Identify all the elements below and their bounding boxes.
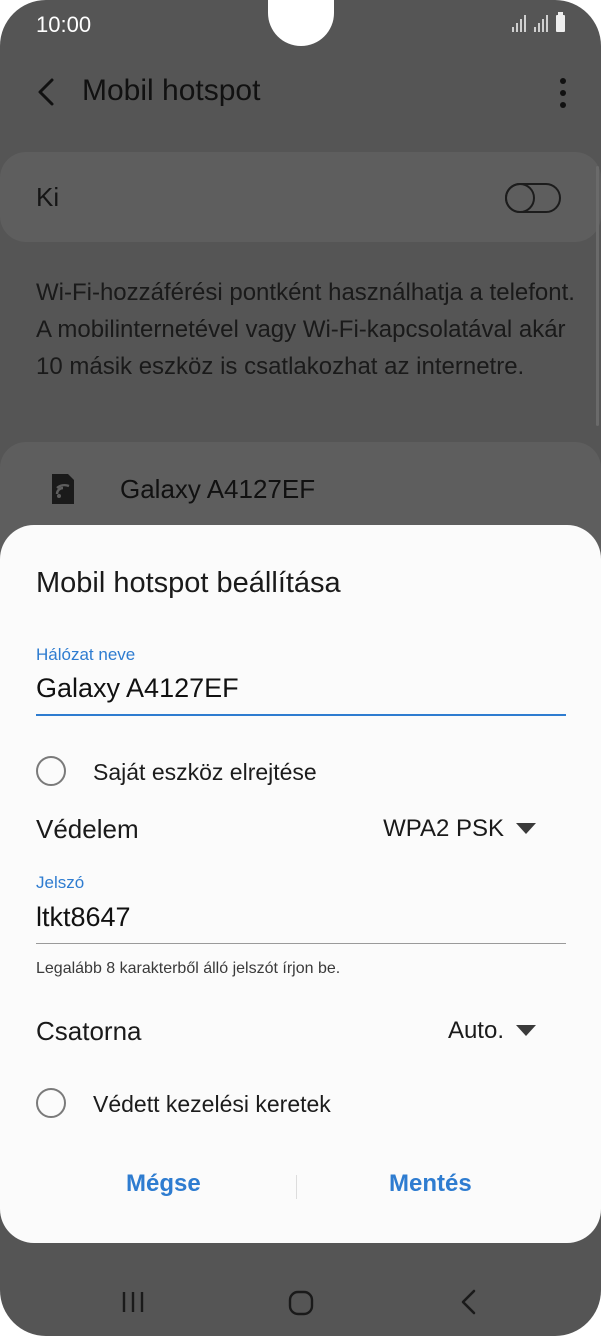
status-icons xyxy=(512,12,565,32)
dialog-title: Mobil hotspot beállítása xyxy=(36,567,341,599)
signal-icon-2 xyxy=(534,14,548,32)
app-bar: Mobil hotspot xyxy=(0,60,601,126)
channel-dropdown-value[interactable]: Auto. xyxy=(448,1017,504,1045)
status-time: 10:00 xyxy=(36,12,92,37)
channel-label: Csatorna xyxy=(36,1016,142,1046)
network-name-underline xyxy=(36,714,566,716)
password-underline xyxy=(36,943,566,944)
page-title: Mobil hotspot xyxy=(82,74,261,107)
cancel-button[interactable]: Mégse xyxy=(126,1170,201,1198)
phone-screen: 10:00 Mobil hotspot Ki Wi-Fi-hozzáférési… xyxy=(0,0,601,1336)
button-divider xyxy=(296,1175,297,1199)
security-dropdown-value[interactable]: WPA2 PSK xyxy=(383,815,504,843)
password-hint: Legalább 8 karakterből álló jelszót írjo… xyxy=(36,960,341,977)
home-icon[interactable] xyxy=(288,1290,314,1316)
camera-notch xyxy=(268,0,334,46)
scrollbar[interactable] xyxy=(596,166,599,426)
network-name-label: Hálózat neve xyxy=(36,645,136,664)
hotspot-icon xyxy=(52,474,74,504)
hotspot-description: Wi-Fi-hozzáférési pontként használhatja … xyxy=(36,279,575,380)
chevron-left-icon[interactable] xyxy=(30,74,66,110)
password-label: Jelszó xyxy=(36,873,85,892)
chevron-down-icon[interactable] xyxy=(516,823,536,834)
protected-frames-label[interactable]: Védett kezelési keretek xyxy=(93,1091,331,1118)
password-input[interactable]: ltkt8647 xyxy=(36,902,131,933)
more-vertical-icon[interactable] xyxy=(553,76,573,110)
save-button[interactable]: Mentés xyxy=(389,1170,472,1198)
hotspot-settings-dialog: Mobil hotspot beállítása Hálózat neve Ga… xyxy=(0,525,601,1243)
hotspot-switch[interactable] xyxy=(505,183,561,213)
hide-device-label[interactable]: Saját eszköz elrejtése xyxy=(93,759,317,786)
chevron-down-icon-2[interactable] xyxy=(516,1025,536,1036)
recent-apps-icon[interactable] xyxy=(121,1290,145,1314)
toggle-label: Ki xyxy=(36,182,60,212)
hotspot-toggle-row[interactable]: Ki xyxy=(0,152,601,242)
navigation-bar xyxy=(0,1268,601,1336)
hide-device-radio[interactable] xyxy=(36,756,66,786)
back-icon[interactable] xyxy=(458,1288,480,1316)
protected-frames-radio[interactable] xyxy=(36,1088,66,1118)
security-label: Védelem xyxy=(36,814,139,844)
signal-icon xyxy=(512,14,526,32)
hotspot-name: Galaxy A4127EF xyxy=(120,474,316,504)
battery-icon xyxy=(556,12,565,32)
switch-knob xyxy=(505,183,535,213)
network-name-input[interactable]: Galaxy A4127EF xyxy=(36,673,239,704)
